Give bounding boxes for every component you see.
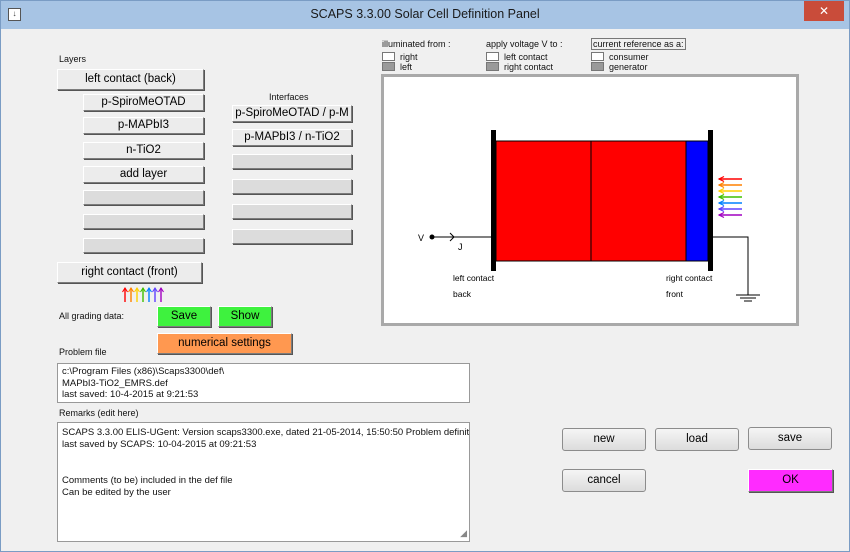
illuminated-from-heading: illuminated from : bbox=[382, 39, 451, 49]
current-label: J bbox=[458, 242, 463, 252]
voltage-right-contact-label: right contact bbox=[504, 62, 554, 72]
spiro-layer-block bbox=[495, 140, 592, 262]
remarks-line bbox=[62, 451, 465, 463]
save-button[interactable]: save bbox=[748, 427, 832, 450]
title-bar: ↓ SCAPS 3.3.00 Solar Cell Definition Pan… bbox=[1, 1, 849, 29]
problem-file-name: MAPbI3-TiO2_EMRS.def bbox=[62, 377, 168, 389]
problem-file-saved: last saved: 10-4-2015 at 9:21:53 bbox=[62, 389, 199, 400]
left-contact-button[interactable]: left contact (back) bbox=[57, 69, 204, 90]
new-button[interactable]: new bbox=[562, 428, 646, 451]
remarks-line: SCAPS 3.3.00 ELIS-UGent: Version scaps33… bbox=[62, 427, 470, 438]
incident-light-icon bbox=[717, 175, 742, 219]
remarks-line: last saved by SCAPS: 10-04-2015 at 09:21… bbox=[62, 439, 257, 450]
remarks-line: Can be edited by the user bbox=[62, 487, 171, 498]
ground-wire bbox=[713, 236, 749, 295]
remarks-textarea[interactable]: SCAPS 3.3.00 ELIS-UGent: Version scaps33… bbox=[57, 422, 470, 542]
consumer-label: consumer bbox=[609, 52, 649, 62]
illuminated-right-label: right bbox=[400, 52, 418, 62]
diagram-front-label: front bbox=[666, 289, 684, 299]
remarks-line: Comments (to be) included in the def fil… bbox=[62, 475, 233, 486]
current-reference-heading: current reference as a: bbox=[591, 38, 686, 50]
resize-grip-icon[interactable]: ◢ bbox=[460, 527, 467, 539]
layer-button-spiro[interactable]: p-SpiroMeOTAD bbox=[83, 94, 204, 111]
diagram-back-label: back bbox=[453, 289, 472, 299]
load-button[interactable]: load bbox=[655, 428, 739, 451]
close-window-button[interactable]: ✕ bbox=[804, 1, 844, 21]
diagram-left-contact-label: left contact bbox=[453, 273, 495, 283]
empty-interface-slot[interactable] bbox=[232, 179, 352, 194]
problem-file-path: c:\Program Files (x86)\Scaps3300\def\ bbox=[62, 366, 225, 377]
voltage-terminal bbox=[429, 234, 435, 240]
empty-layer-slot[interactable] bbox=[83, 214, 204, 229]
cancel-button[interactable]: cancel bbox=[562, 469, 646, 492]
problem-file-box: c:\Program Files (x86)\Scaps3300\def\ MA… bbox=[57, 363, 470, 403]
empty-interface-slot[interactable] bbox=[232, 204, 352, 219]
empty-interface-slot[interactable] bbox=[232, 229, 352, 244]
interfaces-heading: Interfaces bbox=[269, 92, 309, 102]
generator-label: generator bbox=[609, 62, 648, 72]
illuminated-left-toggle[interactable] bbox=[382, 62, 395, 71]
empty-layer-slot[interactable] bbox=[83, 190, 204, 205]
consumer-toggle[interactable] bbox=[591, 52, 604, 61]
voltage-left-contact-label: left contact bbox=[504, 52, 548, 62]
interface-button-mapbi3-tio2[interactable]: p-MAPbI3 / n-TiO2 bbox=[232, 129, 352, 146]
empty-interface-slot[interactable] bbox=[232, 154, 352, 169]
interface-button-spiro-mapbi3[interactable]: p-SpiroMeOTAD / p-M bbox=[232, 105, 352, 122]
voltage-left-contact-toggle[interactable] bbox=[486, 52, 499, 61]
right-contact-button[interactable]: right contact (front) bbox=[57, 262, 202, 283]
numerical-settings-button[interactable]: numerical settings bbox=[157, 333, 292, 354]
apply-voltage-heading: apply voltage V to : bbox=[486, 39, 563, 49]
tio2-layer-block bbox=[685, 140, 709, 262]
empty-layer-slot[interactable] bbox=[83, 238, 204, 253]
layer-button-tio2[interactable]: n-TiO2 bbox=[83, 142, 204, 159]
illuminated-left-label: left bbox=[400, 62, 413, 72]
diagram-right-contact-label: right contact bbox=[666, 273, 713, 283]
voltage-right-contact-toggle[interactable] bbox=[486, 62, 499, 71]
solar-cell-definition-window: ↓ SCAPS 3.3.00 Solar Cell Definition Pan… bbox=[0, 0, 850, 552]
generator-toggle[interactable] bbox=[591, 62, 604, 71]
problem-file-label: Problem file bbox=[59, 347, 107, 357]
cell-diagram-panel: V J left contact back right contact fron… bbox=[381, 74, 799, 326]
light-source-icon bbox=[122, 286, 164, 302]
cell-diagram: V J left contact back right contact fron… bbox=[418, 130, 760, 302]
save-grading-button[interactable]: Save bbox=[157, 306, 211, 327]
remarks-label: Remarks (edit here) bbox=[59, 408, 139, 418]
left-contact-bar bbox=[491, 130, 496, 271]
show-grading-button[interactable]: Show bbox=[218, 306, 272, 327]
illuminated-right-toggle[interactable] bbox=[382, 52, 395, 61]
voltage-label: V bbox=[418, 233, 424, 243]
layers-heading: Layers bbox=[59, 54, 87, 64]
grading-label: All grading data: bbox=[59, 311, 125, 321]
ok-button[interactable]: OK bbox=[748, 469, 833, 492]
mapbi3-layer-block bbox=[590, 140, 687, 262]
layer-button-mapbi3[interactable]: p-MAPbI3 bbox=[83, 117, 204, 134]
remarks-line bbox=[62, 463, 465, 475]
window-title: SCAPS 3.3.00 Solar Cell Definition Panel bbox=[310, 7, 540, 21]
add-layer-button[interactable]: add layer bbox=[83, 166, 204, 183]
right-contact-bar bbox=[708, 130, 713, 271]
